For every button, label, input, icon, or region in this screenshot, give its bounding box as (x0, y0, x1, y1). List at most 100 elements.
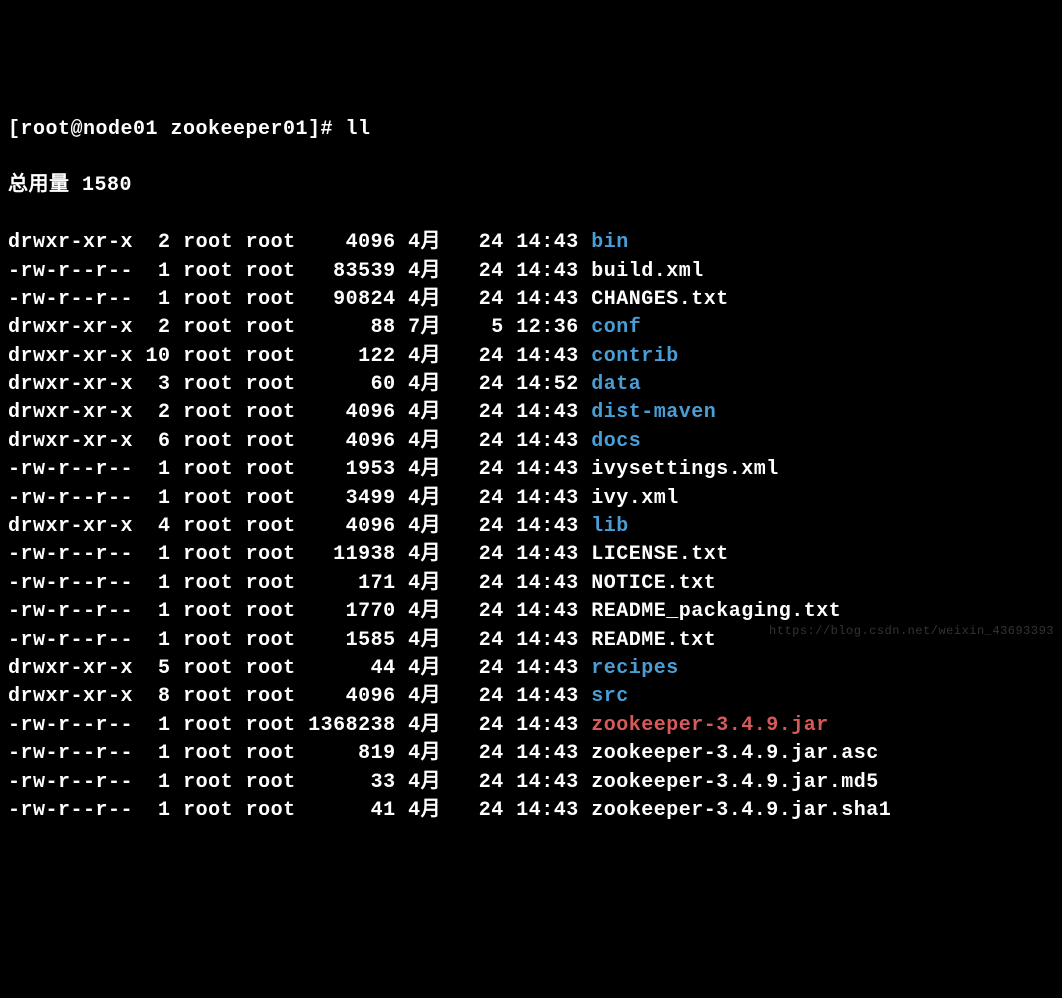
file-owner: root (183, 685, 233, 708)
file-links: 3 (146, 373, 171, 396)
file-day: 24 (466, 771, 504, 794)
file-group: root (246, 572, 296, 595)
file-perms: -rw-r--r-- (8, 288, 133, 311)
file-owner: root (183, 543, 233, 566)
file-row: -rw-r--r-- 1 root root 33 4月 24 14:43 zo… (8, 769, 1054, 797)
file-size: 1953 (308, 458, 396, 481)
file-row: -rw-r--r-- 1 root root 11938 4月 24 14:43… (8, 541, 1054, 569)
file-owner: root (183, 430, 233, 453)
file-month: 4月 (408, 685, 454, 708)
file-day: 24 (466, 572, 504, 595)
file-name: docs (591, 430, 641, 453)
file-links: 5 (146, 657, 171, 680)
file-perms: drwxr-xr-x (8, 231, 133, 254)
file-time: 14:52 (516, 373, 579, 396)
file-day: 24 (466, 714, 504, 737)
file-links: 1 (146, 288, 171, 311)
file-group: root (246, 373, 296, 396)
file-month: 4月 (408, 657, 454, 680)
file-perms: drwxr-xr-x (8, 316, 133, 339)
file-perms: -rw-r--r-- (8, 742, 133, 765)
file-row: drwxr-xr-x 4 root root 4096 4月 24 14:43 … (8, 513, 1054, 541)
file-name: recipes (591, 657, 679, 680)
file-month: 4月 (408, 629, 454, 652)
file-links: 1 (146, 771, 171, 794)
file-owner: root (183, 316, 233, 339)
file-links: 2 (146, 401, 171, 424)
file-group: root (246, 458, 296, 481)
file-month: 4月 (408, 487, 454, 510)
file-size: 4096 (308, 401, 396, 424)
file-owner: root (183, 657, 233, 680)
file-group: root (246, 657, 296, 680)
file-size: 1585 (308, 629, 396, 652)
file-time: 14:43 (516, 260, 579, 283)
file-day: 24 (466, 799, 504, 822)
file-owner: root (183, 600, 233, 623)
file-size: 3499 (308, 487, 396, 510)
file-links: 6 (146, 430, 171, 453)
file-time: 14:43 (516, 771, 579, 794)
file-name: zookeeper-3.4.9.jar.sha1 (591, 799, 891, 822)
file-name: README.txt (591, 629, 716, 652)
file-links: 1 (146, 543, 171, 566)
file-name: dist-maven (591, 401, 716, 424)
file-time: 14:43 (516, 515, 579, 538)
file-row: -rw-r--r-- 1 root root 3499 4月 24 14:43 … (8, 485, 1054, 513)
file-size: 4096 (308, 515, 396, 538)
file-perms: drwxr-xr-x (8, 430, 133, 453)
file-month: 4月 (408, 714, 454, 737)
file-perms: -rw-r--r-- (8, 572, 133, 595)
file-group: root (246, 345, 296, 368)
file-month: 4月 (408, 572, 454, 595)
file-name: zookeeper-3.4.9.jar (591, 714, 829, 737)
file-day: 24 (466, 657, 504, 680)
file-name: zookeeper-3.4.9.jar.asc (591, 742, 879, 765)
file-group: root (246, 231, 296, 254)
file-day: 5 (466, 316, 504, 339)
file-owner: root (183, 742, 233, 765)
file-size: 4096 (308, 231, 396, 254)
file-perms: -rw-r--r-- (8, 600, 133, 623)
file-group: root (246, 600, 296, 623)
file-size: 11938 (308, 543, 396, 566)
file-time: 14:43 (516, 345, 579, 368)
file-owner: root (183, 572, 233, 595)
file-time: 14:43 (516, 685, 579, 708)
terminal-prompt[interactable]: [root@node01 zookeeper01]# ll (8, 116, 1054, 144)
file-time: 14:43 (516, 714, 579, 737)
file-group: root (246, 685, 296, 708)
file-group: root (246, 401, 296, 424)
file-month: 4月 (408, 799, 454, 822)
file-name: ivy.xml (591, 487, 679, 510)
file-owner: root (183, 799, 233, 822)
file-day: 24 (466, 430, 504, 453)
file-month: 4月 (408, 231, 454, 254)
file-month: 4月 (408, 373, 454, 396)
file-time: 14:43 (516, 657, 579, 680)
file-month: 7月 (408, 316, 454, 339)
file-links: 10 (146, 345, 171, 368)
file-links: 1 (146, 714, 171, 737)
file-owner: root (183, 288, 233, 311)
file-row: -rw-r--r-- 1 root root 90824 4月 24 14:43… (8, 286, 1054, 314)
file-size: 90824 (308, 288, 396, 311)
file-day: 24 (466, 515, 504, 538)
file-day: 24 (466, 288, 504, 311)
file-time: 14:43 (516, 799, 579, 822)
file-size: 4096 (308, 430, 396, 453)
file-name: conf (591, 316, 641, 339)
file-perms: drwxr-xr-x (8, 401, 133, 424)
file-row: drwxr-xr-x 5 root root 44 4月 24 14:43 re… (8, 655, 1054, 683)
file-month: 4月 (408, 401, 454, 424)
file-size: 1368238 (308, 714, 396, 737)
file-group: root (246, 742, 296, 765)
file-perms: -rw-r--r-- (8, 771, 133, 794)
file-month: 4月 (408, 543, 454, 566)
file-size: 4096 (308, 685, 396, 708)
file-group: root (246, 629, 296, 652)
file-name: NOTICE.txt (591, 572, 716, 595)
file-perms: drwxr-xr-x (8, 657, 133, 680)
total-line: 总用量 1580 (8, 172, 1054, 200)
file-time: 14:43 (516, 458, 579, 481)
